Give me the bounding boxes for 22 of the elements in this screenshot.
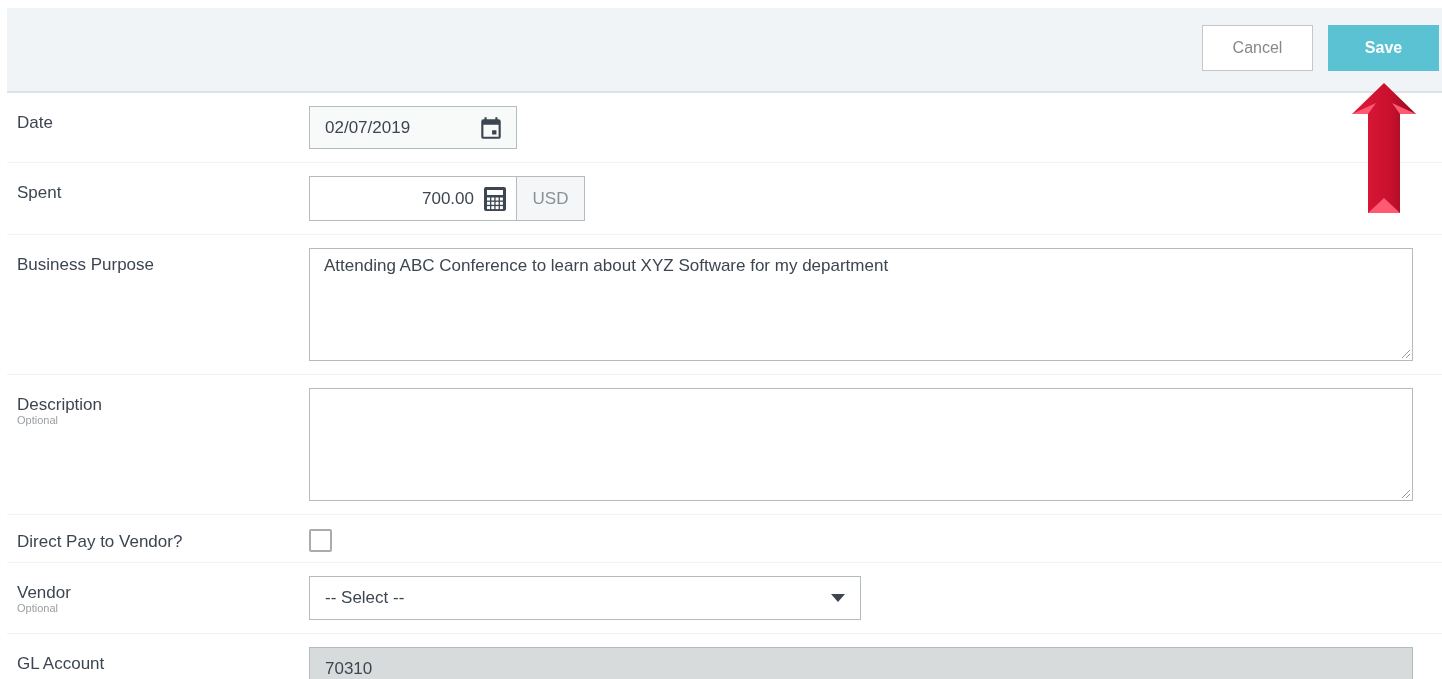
calendar-icon: [478, 114, 504, 141]
field-label: Vendor: [17, 583, 72, 603]
resize-handle-icon[interactable]: [1401, 489, 1411, 499]
amount-field[interactable]: 700.00: [309, 176, 517, 221]
field-label: GL Account: [17, 654, 106, 674]
calculator-icon: [484, 186, 506, 211]
text-area[interactable]: Attending ABC Conference to learn about XYZ Software for my department: [309, 248, 1413, 361]
caret-icon: [831, 594, 845, 602]
select-field[interactable]: -- Select --: [309, 576, 861, 620]
currency-label: USD: [517, 176, 585, 221]
field-label: Business Purpose: [17, 255, 156, 275]
checkbox[interactable]: [309, 529, 332, 552]
up-arrow-icon: [1352, 83, 1416, 214]
date-field[interactable]: 02/07/2019: [309, 106, 517, 149]
field-hint: Optional: [17, 415, 59, 426]
field-label: Direct Pay to Vendor?: [17, 532, 184, 552]
cancel-button[interactable]: Cancel: [1202, 25, 1313, 71]
field-label: Description: [17, 395, 104, 415]
field-label: Date: [17, 113, 54, 133]
field-label: Spent: [17, 183, 63, 203]
field-hint: Optional: [17, 603, 59, 614]
resize-handle-icon[interactable]: [1401, 349, 1411, 359]
